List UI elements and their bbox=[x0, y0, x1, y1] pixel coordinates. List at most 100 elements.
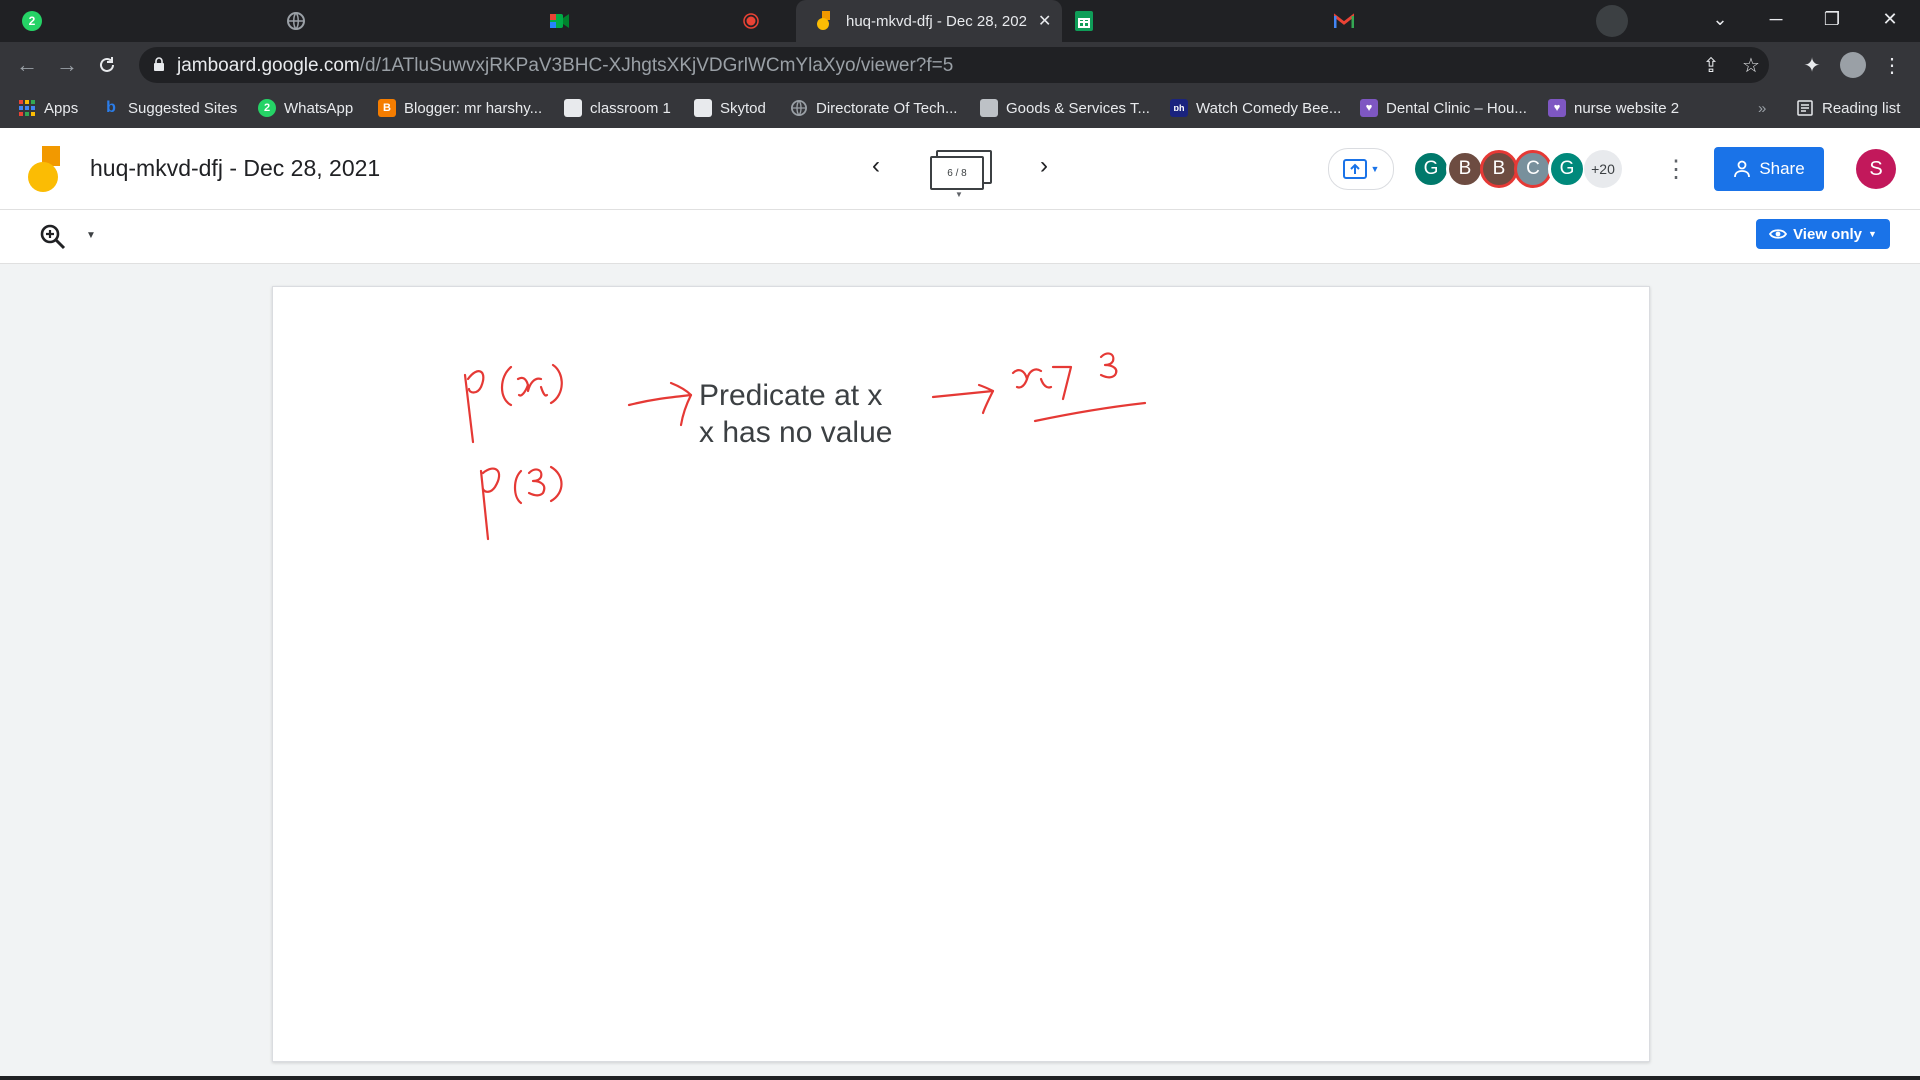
close-window-button[interactable]: ✕ bbox=[1862, 0, 1918, 38]
jam-title[interactable]: huq-mkvd-dfj - Dec 28, 2021 bbox=[90, 155, 380, 182]
minimize-button[interactable]: ─ bbox=[1748, 0, 1804, 38]
whatsapp-icon: 2 bbox=[258, 99, 276, 117]
text-line: Predicate at x bbox=[699, 379, 883, 412]
collaborator-avatar[interactable]: G bbox=[1548, 150, 1586, 188]
bookmark-suggested-sites[interactable]: b Suggested Sites bbox=[102, 97, 237, 119]
previous-frame-button[interactable]: ‹ bbox=[860, 150, 892, 182]
bookmark-label: Dental Clinic – Hou... bbox=[1386, 99, 1527, 117]
restore-button[interactable]: ❐ bbox=[1804, 0, 1860, 38]
collaborator-avatar[interactable]: G bbox=[1412, 150, 1450, 188]
bookmark-whatsapp[interactable]: 2 WhatsApp bbox=[258, 97, 353, 119]
tab-meet[interactable] bbox=[550, 0, 570, 42]
browser-menu-icon[interactable]: ⋮ bbox=[1880, 53, 1904, 77]
handwritten-px bbox=[463, 363, 563, 444]
tab-globe[interactable] bbox=[286, 0, 306, 42]
blogger-icon: B bbox=[378, 99, 396, 117]
view-only-button[interactable]: View only ▼ bbox=[1756, 219, 1890, 249]
present-button[interactable]: ▼ bbox=[1328, 148, 1394, 190]
bookmark-directorate[interactable]: Directorate Of Tech... bbox=[790, 97, 957, 119]
tab-whatsapp[interactable]: 2 bbox=[22, 0, 42, 42]
globe-icon bbox=[286, 11, 306, 31]
url-text: jamboard.google.com/d/1ATluSuwvxjRKPaV3B… bbox=[177, 55, 953, 77]
jam-frame-canvas[interactable]: Predicate at x x has no value bbox=[272, 286, 1650, 1062]
chevron-down-icon: ▼ bbox=[1370, 164, 1380, 174]
reading-list-button[interactable]: Reading list bbox=[1796, 97, 1900, 119]
back-button[interactable]: ← bbox=[14, 52, 40, 78]
bookmark-apps[interactable]: Apps bbox=[18, 97, 78, 119]
bookmark-label: Suggested Sites bbox=[128, 99, 238, 117]
share-page-icon[interactable]: ⇪ bbox=[1699, 53, 1723, 77]
collaborator-avatar[interactable]: B bbox=[1480, 150, 1518, 188]
page-icon bbox=[564, 99, 582, 117]
bookmarks-overflow[interactable]: » bbox=[1758, 97, 1766, 119]
reading-list-label: Reading list bbox=[1822, 99, 1901, 117]
heart-icon: ♥ bbox=[1548, 99, 1566, 117]
tab-search-icon[interactable]: ⌄ bbox=[1692, 0, 1748, 38]
share-label: Share bbox=[1759, 159, 1805, 178]
whatsapp-icon: 2 bbox=[22, 11, 42, 31]
tab-recording[interactable] bbox=[741, 0, 761, 42]
url-host: jamboard.google.com bbox=[177, 55, 360, 76]
url-path: /d/1ATluSuwvxjRKPaV3BHC-XJhgtsXKjVDGrlWC… bbox=[359, 55, 954, 76]
share-button[interactable]: Share bbox=[1714, 147, 1824, 191]
view-mode-label: View only bbox=[1793, 225, 1862, 243]
heart-icon: ♥ bbox=[1360, 99, 1378, 117]
jamboard-header: huq-mkvd-dfj - Dec 28, 2021 ‹ 6 / 8 ▼ › … bbox=[0, 128, 1920, 210]
next-frame-button[interactable]: › bbox=[1028, 150, 1060, 182]
reading-list-icon bbox=[1796, 99, 1814, 117]
tab-gmail[interactable] bbox=[1334, 0, 1354, 42]
close-tab-icon[interactable]: ✕ bbox=[1038, 11, 1051, 31]
bookmark-nurse[interactable]: ♥ nurse website 2 bbox=[1548, 97, 1679, 119]
bookmarks-bar: Apps b Suggested Sites 2 WhatsApp B Blog… bbox=[0, 88, 1920, 129]
bookmark-label: Skytod bbox=[720, 99, 766, 117]
site-icon: ɒh bbox=[1170, 99, 1188, 117]
bookmark-label: Watch Comedy Bee... bbox=[1196, 99, 1342, 117]
gmail-icon bbox=[1334, 11, 1354, 31]
address-bar[interactable]: jamboard.google.com/d/1ATluSuwvxjRKPaV3B… bbox=[139, 47, 1769, 83]
bookmark-skytod[interactable]: Skytod bbox=[694, 97, 766, 119]
bookmark-label: Blogger: mr harshy... bbox=[404, 99, 543, 117]
bookmark-blogger[interactable]: B Blogger: mr harshy... bbox=[378, 97, 542, 119]
bookmark-gst[interactable]: Goods & Services T... bbox=[980, 97, 1150, 119]
bookmark-dental[interactable]: ♥ Dental Clinic – Hou... bbox=[1360, 97, 1527, 119]
lock-icon bbox=[154, 57, 164, 71]
zoom-in-icon[interactable] bbox=[40, 224, 66, 250]
apps-grid-icon bbox=[18, 99, 36, 117]
collaborator-avatar[interactable]: C bbox=[1514, 150, 1552, 188]
handwritten-arrow bbox=[931, 383, 995, 415]
meet-icon bbox=[550, 11, 570, 31]
zoom-dropdown-caret[interactable]: ▼ bbox=[86, 230, 96, 241]
profile-avatar[interactable] bbox=[1840, 52, 1866, 78]
tab-strip: 2 huq-mkvd-dfj - Dec 28, 2021 ✕ ⌄ ─ ❐ ✕ bbox=[0, 0, 1920, 42]
new-tab-button[interactable] bbox=[1596, 5, 1628, 37]
tab-jamboard-active[interactable]: huq-mkvd-dfj - Dec 28, 2021 ✕ bbox=[796, 0, 1062, 42]
handwritten-p3 bbox=[479, 465, 563, 541]
forward-button[interactable]: → bbox=[54, 52, 80, 78]
bookmark-label: WhatsApp bbox=[284, 99, 354, 117]
bookmark-classroom[interactable]: classroom 1 bbox=[564, 97, 671, 119]
frame-bar-toggle[interactable]: 6 / 8 ▼ bbox=[930, 150, 992, 199]
bookmark-comedy[interactable]: ɒh Watch Comedy Bee... bbox=[1170, 97, 1341, 119]
chevron-down-icon: ▼ bbox=[1868, 229, 1877, 239]
taskbar-edge bbox=[0, 1076, 1920, 1080]
bing-icon: b bbox=[106, 99, 116, 116]
page-icon bbox=[694, 99, 712, 117]
more-collaborators-badge[interactable]: +20 bbox=[1584, 150, 1622, 188]
globe-icon bbox=[790, 99, 808, 117]
tab-sheets[interactable] bbox=[1074, 0, 1094, 42]
chevron-down-icon: ▼ bbox=[955, 190, 963, 199]
bookmark-label: Goods & Services T... bbox=[1006, 99, 1150, 117]
bookmark-label: nurse website 2 bbox=[1574, 99, 1680, 117]
collaborator-avatar[interactable]: B bbox=[1446, 150, 1484, 188]
browser-toolbar: ← → jamboard.google.com/d/1ATluSuwvxjRKP… bbox=[0, 42, 1920, 88]
handwritten-x-gt-3 bbox=[1011, 352, 1147, 423]
extensions-icon[interactable]: ✦ bbox=[1800, 53, 1824, 77]
reload-button[interactable] bbox=[94, 52, 120, 78]
page-icon bbox=[980, 99, 998, 117]
account-avatar[interactable]: S bbox=[1856, 149, 1896, 189]
jamboard-icon bbox=[814, 11, 834, 31]
more-options-icon[interactable]: ⋮ bbox=[1664, 156, 1688, 184]
sheets-icon bbox=[1074, 11, 1094, 31]
present-screen-icon bbox=[1342, 159, 1367, 179]
bookmark-star-icon[interactable]: ☆ bbox=[1739, 53, 1763, 77]
